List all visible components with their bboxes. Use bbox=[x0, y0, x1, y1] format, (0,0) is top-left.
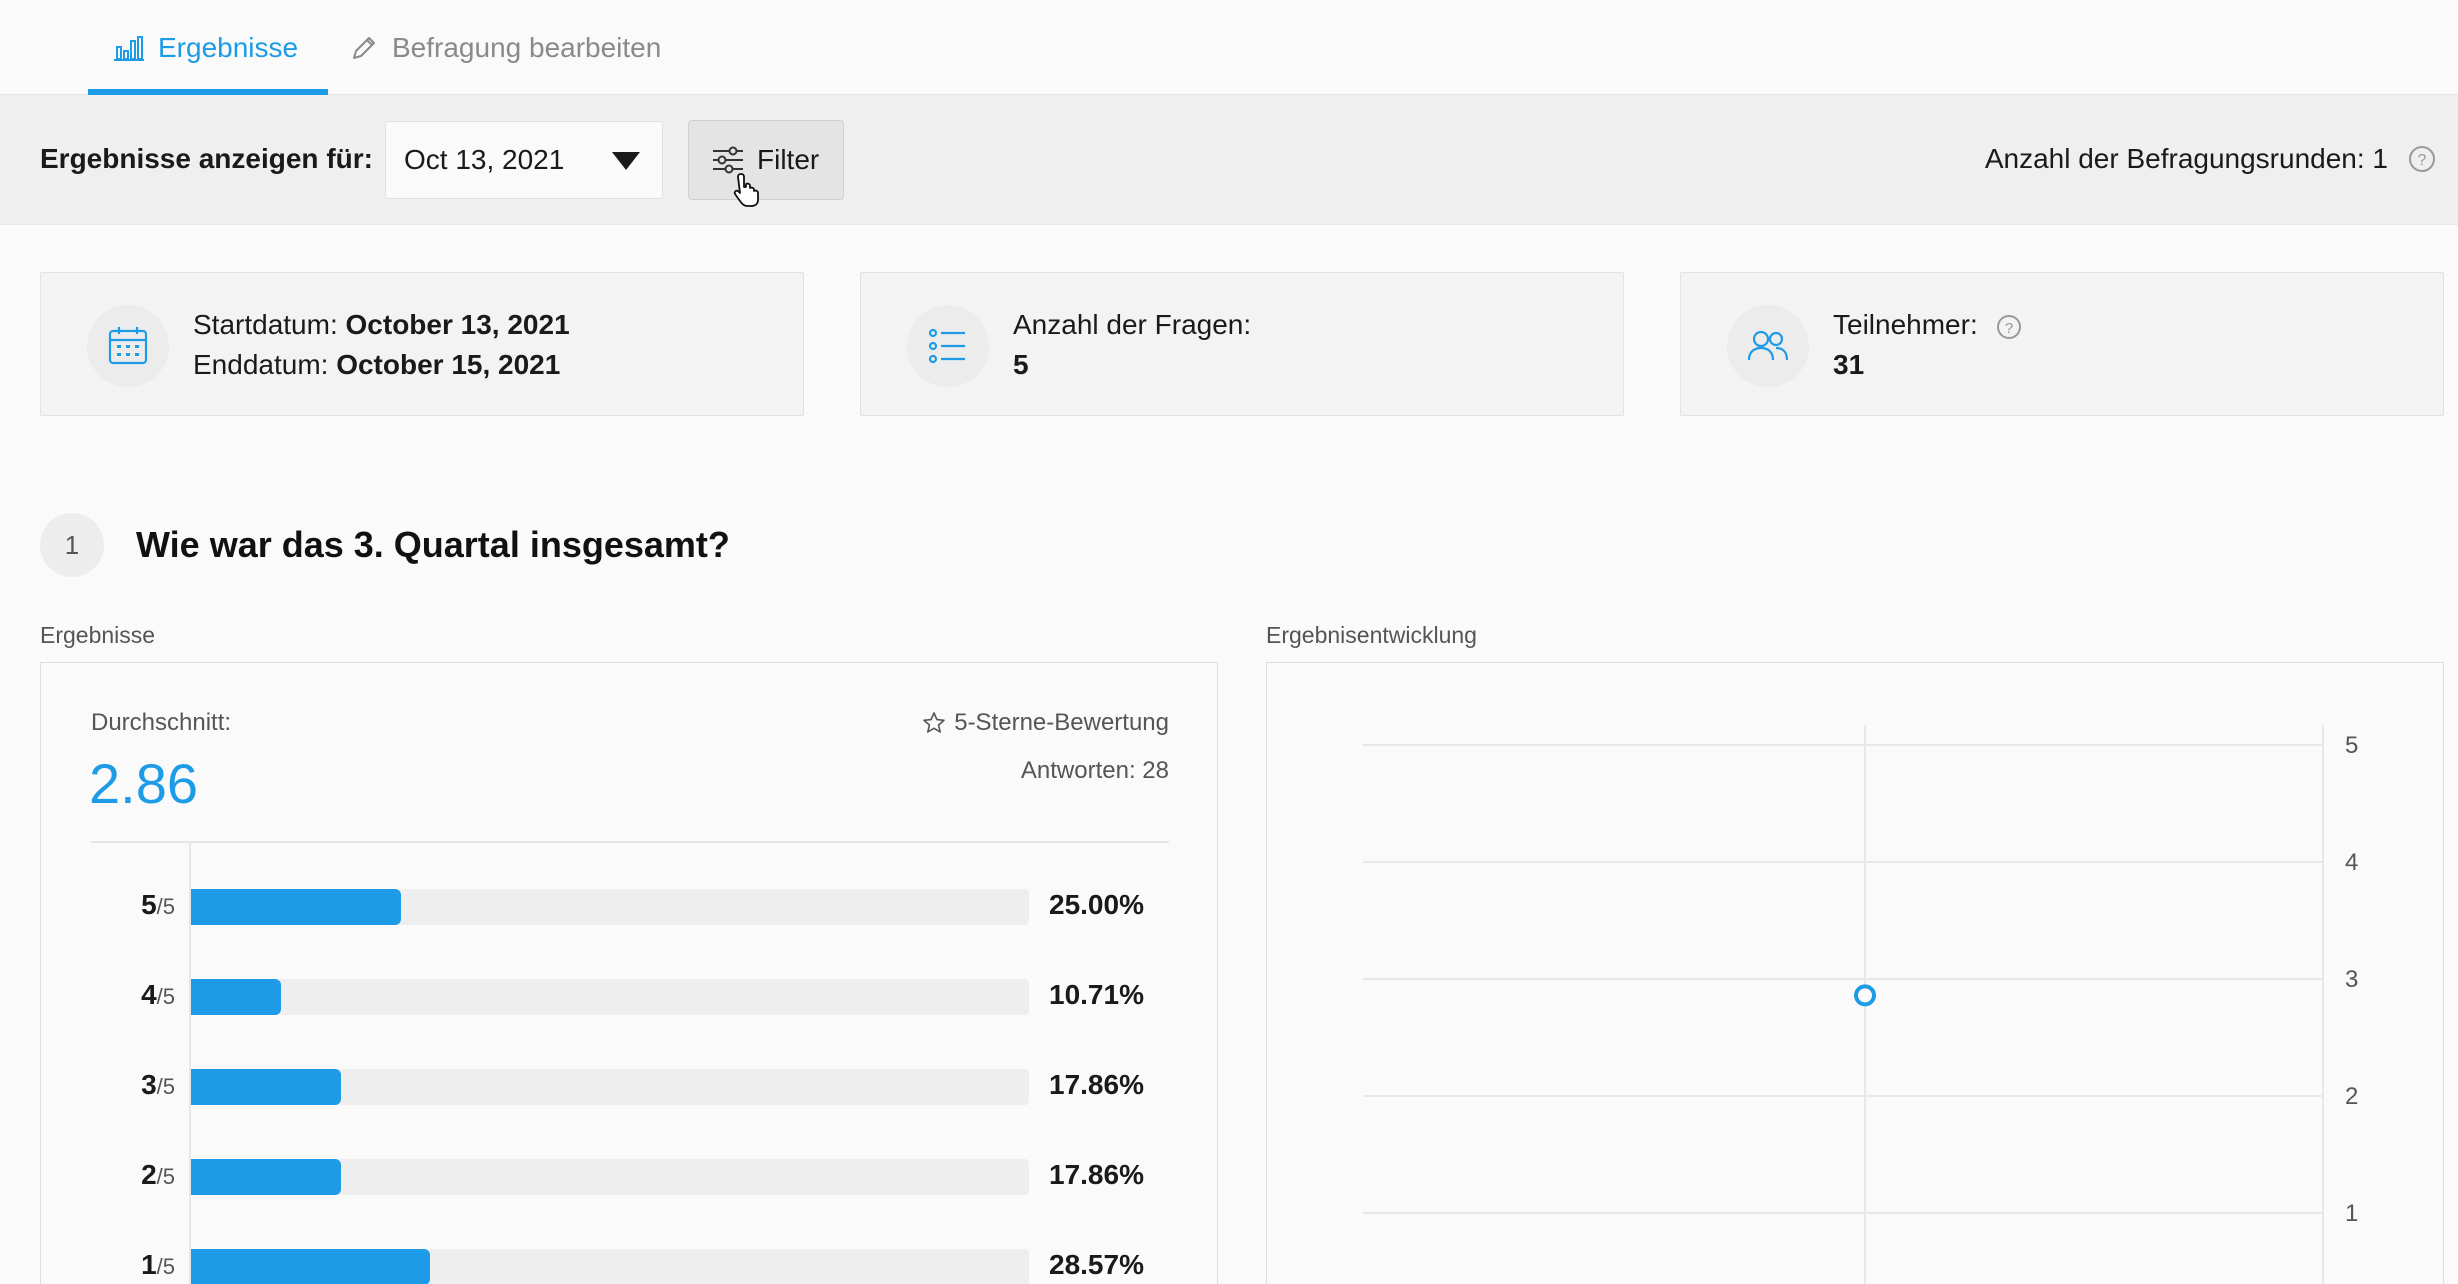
help-icon[interactable]: ? bbox=[1996, 314, 2022, 340]
filter-label: Filter bbox=[757, 144, 820, 175]
selected-date: Oct 13, 2021 bbox=[404, 144, 565, 175]
rating-label: 5/5 bbox=[141, 889, 175, 920]
end-label: Enddatum: bbox=[193, 349, 329, 380]
tab-ergebnisse[interactable]: Ergebnisse bbox=[88, 0, 328, 95]
results-panel: Durchschnitt: 2.86 5-Sterne-Bewertung An… bbox=[40, 662, 1218, 1284]
users-icon bbox=[1747, 330, 1789, 361]
star-icon bbox=[923, 712, 946, 733]
rating-row: 5/5 25.00% bbox=[41, 885, 1219, 925]
bar-chart-icon bbox=[114, 35, 144, 61]
rating-row: 3/5 17.86% bbox=[41, 1065, 1219, 1105]
average-value: 2.86 bbox=[89, 752, 198, 815]
filter-bar: Ergebnisse anzeigen für: Oct 13, 2021 Fi… bbox=[0, 95, 2458, 225]
trend-panel: 1 2 3 4 5 bbox=[1266, 662, 2444, 1284]
rating-bar-track bbox=[191, 1159, 1029, 1195]
participants-value: 31 bbox=[1833, 349, 1865, 380]
rating-percent: 10.71% bbox=[1049, 979, 1144, 1010]
sliders-icon bbox=[713, 146, 743, 174]
svg-text:?: ? bbox=[2418, 152, 2427, 169]
rating-row: 1/5 28.57% bbox=[41, 1245, 1219, 1284]
start-label: Startdatum: bbox=[193, 309, 338, 340]
rating-label: 3/5 bbox=[141, 1069, 175, 1100]
rating-type-label: 5-Sterne-Bewertung bbox=[954, 709, 1169, 736]
rating-label: 1/5 bbox=[141, 1249, 175, 1280]
rating-bar-track bbox=[191, 1249, 1029, 1284]
rating-bar bbox=[191, 1069, 341, 1105]
results-for-label: Ergebnisse anzeigen für: bbox=[40, 143, 373, 174]
rating-label: 4/5 bbox=[141, 979, 175, 1010]
trend-section-label: Ergebnisentwicklung bbox=[1266, 622, 1477, 648]
question-title: Wie war das 3. Quartal insgesamt? bbox=[136, 524, 730, 565]
hand-cursor-icon bbox=[733, 173, 759, 207]
list-icon-wrap bbox=[907, 305, 989, 387]
answers-count: Antworten: 28 bbox=[1020, 757, 1169, 784]
rating-bar bbox=[191, 1159, 341, 1195]
data-point[interactable] bbox=[1854, 984, 1876, 1007]
divider bbox=[91, 841, 1169, 843]
rounds-count: Anzahl der Befragungsrunden: 1 bbox=[1984, 143, 2388, 174]
rating-percent: 17.86% bbox=[1049, 1069, 1144, 1100]
questions-label: Anzahl der Fragen: bbox=[1013, 309, 1252, 340]
tab-label: Ergebnisse bbox=[158, 31, 299, 63]
y-tick-label: 2 bbox=[2345, 1083, 2358, 1110]
rating-label: 2/5 bbox=[141, 1159, 175, 1190]
rating-bar-track bbox=[191, 889, 1029, 925]
calendar-icon bbox=[108, 327, 148, 365]
dates-text: Startdatum: October 13, 2021 Enddatum: O… bbox=[193, 305, 570, 385]
help-icon[interactable]: ? bbox=[2408, 145, 2436, 173]
participants-text: Teilnehmer: ? 31 bbox=[1833, 305, 2022, 385]
participants-label: Teilnehmer: bbox=[1833, 309, 1978, 340]
pencil-icon bbox=[353, 36, 375, 59]
rating-bar bbox=[191, 889, 401, 925]
rating-row: 2/5 17.86% bbox=[41, 1155, 1219, 1195]
list-icon bbox=[928, 328, 965, 364]
end-value: October 15, 2021 bbox=[336, 349, 561, 380]
users-icon-wrap bbox=[1727, 305, 1809, 387]
tab-label: Befragung bearbeiten bbox=[392, 31, 662, 63]
start-value: October 13, 2021 bbox=[345, 309, 570, 340]
tab-bar: Ergebnisse Befragung bearbeiten bbox=[0, 0, 2458, 95]
question-number: 1 bbox=[40, 513, 104, 577]
svg-text:?: ? bbox=[2004, 320, 2012, 337]
average-label: Durchschnitt: bbox=[91, 709, 232, 736]
rating-bar-track bbox=[191, 1069, 1029, 1105]
trend-chart: 1 2 3 4 5 bbox=[1363, 725, 2358, 1284]
rating-bar-track bbox=[191, 979, 1029, 1015]
rating-percent: 28.57% bbox=[1049, 1249, 1144, 1280]
y-tick-label: 1 bbox=[2345, 1200, 2358, 1227]
calendar-icon-wrap bbox=[87, 305, 169, 387]
y-tick-label: 5 bbox=[2345, 732, 2358, 759]
rating-bar bbox=[191, 1249, 430, 1284]
results-section-label: Ergebnisse bbox=[40, 622, 156, 648]
y-tick-label: 4 bbox=[2345, 849, 2358, 876]
rating-type: 5-Sterne-Bewertung bbox=[922, 709, 1169, 737]
rating-row: 4/5 10.71% bbox=[41, 975, 1219, 1015]
caret-down-icon bbox=[612, 152, 640, 170]
filter-button[interactable]: Filter bbox=[688, 120, 844, 200]
rating-bar bbox=[191, 979, 281, 1015]
y-tick-label: 3 bbox=[2345, 966, 2358, 993]
rating-percent: 25.00% bbox=[1049, 889, 1144, 920]
rating-percent: 17.86% bbox=[1049, 1159, 1144, 1190]
questions-text: Anzahl der Fragen: 5 bbox=[1013, 305, 1251, 385]
dates-card: Startdatum: October 13, 2021 Enddatum: O… bbox=[40, 272, 804, 416]
participants-card: Teilnehmer: ? 31 bbox=[1680, 272, 2444, 416]
questions-card: Anzahl der Fragen: 5 bbox=[860, 272, 1624, 416]
tab-befragung-bearbeiten[interactable]: Befragung bearbeiten bbox=[350, 0, 661, 95]
questions-value: 5 bbox=[1013, 349, 1029, 380]
date-select[interactable]: Oct 13, 2021 bbox=[385, 121, 663, 199]
